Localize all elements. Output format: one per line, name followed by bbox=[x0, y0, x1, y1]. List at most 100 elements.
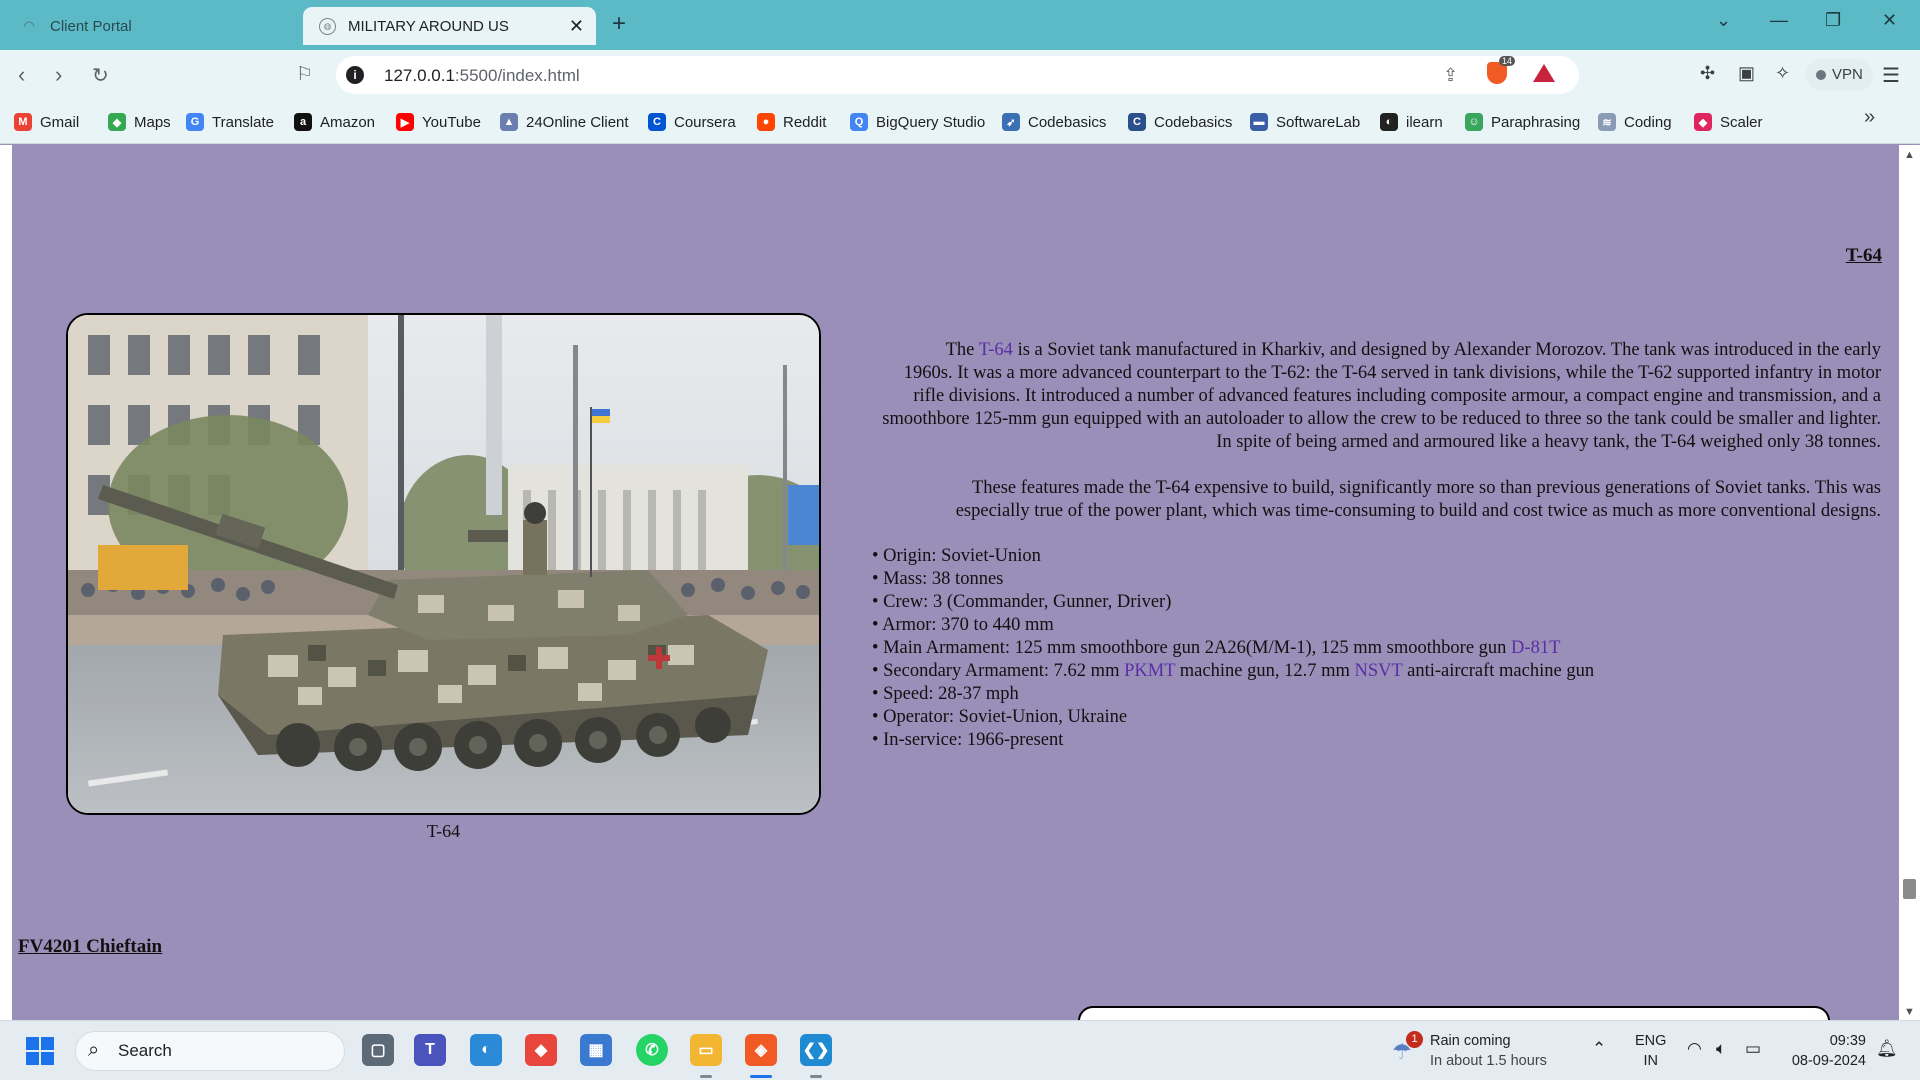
brave-rewards-icon[interactable] bbox=[1533, 64, 1555, 82]
t64-tank-photo bbox=[66, 313, 821, 815]
weather-title: Rain coming bbox=[1430, 1033, 1511, 1049]
url-text[interactable]: 127.0.0.1:5500/index.html bbox=[384, 66, 580, 86]
tab-military-around-us[interactable]: ◍ MILITARY AROUND US ✕ bbox=[303, 7, 596, 45]
bookmark-translate[interactable]: G Translate bbox=[186, 110, 274, 134]
bookmark-scaler[interactable]: ◆ Scaler bbox=[1694, 110, 1763, 134]
forward-icon[interactable]: › bbox=[55, 62, 62, 88]
t64-link[interactable]: T-64 bbox=[979, 340, 1013, 360]
region-code: IN bbox=[1643, 1053, 1658, 1069]
spec-in-service: In-service: 1966-present bbox=[872, 729, 1594, 752]
scroll-up-icon[interactable]: ▲ bbox=[1904, 149, 1915, 161]
d81t-link[interactable]: D-81T bbox=[1511, 638, 1560, 658]
windows-taskbar: ⌕ Search ▢ T ◐ ◆ ▦ ✆ ▭ ◈ ❮❯ ☂ 1 Rain com… bbox=[0, 1020, 1920, 1080]
explorer-running-indicator bbox=[700, 1075, 712, 1078]
page-content: T-64 T-64 The T-64 is a Soviet tank manu… bbox=[0, 145, 1920, 1020]
client-portal-favicon-icon: ◠ bbox=[23, 18, 35, 33]
bookmark-icon[interactable]: ⚐ bbox=[296, 63, 313, 86]
battery-icon[interactable]: ▭ bbox=[1745, 1039, 1761, 1059]
bookmark-youtube[interactable]: ▶ YouTube bbox=[396, 110, 481, 134]
tab-client-portal[interactable]: ◠ Client Portal bbox=[8, 7, 298, 45]
show-hidden-icons-chevron-icon[interactable]: ⌃ bbox=[1592, 1039, 1606, 1059]
vscode-running-indicator bbox=[810, 1075, 822, 1078]
task-view-icon[interactable]: ▢ bbox=[362, 1034, 394, 1066]
bookmark-label: Codebasics bbox=[1028, 113, 1107, 131]
bookmark-24online-client[interactable]: ▲ 24Online Client bbox=[500, 110, 629, 134]
microsoft-store-icon[interactable]: ▦ bbox=[580, 1034, 612, 1066]
teams-icon[interactable]: T bbox=[414, 1034, 446, 1066]
vpn-button[interactable]: VPN bbox=[1806, 59, 1873, 91]
online-client-icon: ▲ bbox=[500, 113, 518, 131]
bookmark-label: Codebasics bbox=[1154, 113, 1233, 131]
bookmarks-bar: M Gmail ◆ Maps G Translate a Amazon ▶ YouTube ▲ 24O… bbox=[0, 100, 1920, 144]
close-tab-icon[interactable]: ✕ bbox=[569, 16, 584, 37]
next-tank-photo-frame bbox=[1078, 1006, 1830, 1020]
tab-title: Client Portal bbox=[50, 17, 132, 35]
git-icon[interactable]: ◆ bbox=[525, 1034, 557, 1066]
bookmark-codebasics[interactable]: ➶ Codebasics bbox=[1002, 110, 1106, 134]
bookmark-bigquery-studio[interactable]: Q BigQuery Studio bbox=[850, 110, 985, 134]
description-paragraph-2: These features made the T-64 expensive t… bbox=[955, 478, 1881, 521]
vscode-icon[interactable]: ❮❯ bbox=[800, 1034, 832, 1066]
bookmark-ilearn[interactable]: ◐ ilearn bbox=[1380, 110, 1443, 134]
windows-start-icon[interactable] bbox=[26, 1037, 54, 1065]
photo-caption: T-64 bbox=[426, 821, 461, 841]
bookmark-label: Gmail bbox=[40, 113, 80, 131]
section-heading-t64: T-64 bbox=[1845, 245, 1882, 266]
more-bookmarks-icon[interactable]: » bbox=[1864, 106, 1875, 129]
leo-ai-icon[interactable]: ✧ bbox=[1775, 63, 1790, 84]
taskbar-search[interactable]: ⌕ Search bbox=[75, 1031, 345, 1071]
scaler-icon: ◆ bbox=[1694, 113, 1712, 131]
bookmark-label: 24Online Client bbox=[526, 113, 629, 131]
file-explorer-icon[interactable]: ▭ bbox=[690, 1034, 722, 1066]
clock-time: 09:39 bbox=[1829, 1033, 1866, 1049]
whatsapp-icon[interactable]: ✆ bbox=[636, 1034, 668, 1066]
weather-subtitle: In about 1.5 hours bbox=[1430, 1053, 1547, 1069]
bookmark-label: Paraphrasing bbox=[1491, 113, 1581, 131]
bookmark-codebasics[interactable]: C Codebasics bbox=[1128, 110, 1232, 134]
new-tab-icon[interactable]: + bbox=[612, 10, 626, 38]
vpn-status-icon bbox=[1816, 70, 1826, 80]
page-scrollbar[interactable]: ▲ ▼ bbox=[1899, 145, 1920, 1020]
wifi-icon[interactable]: ◠ bbox=[1687, 1039, 1702, 1059]
address-bar[interactable]: i 127.0.0.1:5500/index.html ⇪ bbox=[336, 56, 1579, 94]
scrollbar-thumb[interactable] bbox=[1903, 879, 1916, 899]
tab-search-chevron-icon[interactable]: ⌄ bbox=[1716, 10, 1731, 31]
notifications-bell-icon[interactable]: 🔔︎ bbox=[1876, 1039, 1898, 1059]
bookmark-paraphrasing[interactable]: ☺ Paraphrasing bbox=[1465, 110, 1580, 134]
brave-browser-icon[interactable]: ◈ bbox=[745, 1034, 777, 1066]
bookmark-reddit[interactable]: ● Reddit bbox=[757, 110, 826, 134]
bookmark-maps[interactable]: ◆ Maps bbox=[108, 110, 171, 134]
spec-mass: Mass: 38 tonnes bbox=[872, 568, 1594, 591]
site-info-icon[interactable]: i bbox=[346, 66, 364, 84]
share-icon[interactable]: ⇪ bbox=[1443, 65, 1458, 86]
restore-icon[interactable]: ❐ bbox=[1825, 10, 1841, 31]
bookmark-coding[interactable]: ≋ Coding bbox=[1598, 110, 1672, 134]
brave-shields-icon[interactable]: 14 bbox=[1487, 56, 1516, 84]
extensions-icon[interactable]: ✣ bbox=[1700, 63, 1715, 84]
system-clock[interactable]: 09:39 08-09-2024 bbox=[1786, 1031, 1866, 1071]
t64-spec-list: Origin: Soviet-Union Mass: 38 tonnes Cre… bbox=[872, 545, 1594, 752]
bookmark-label: SoftwareLab bbox=[1276, 113, 1361, 131]
bookmark-gmail[interactable]: M Gmail bbox=[14, 110, 79, 134]
bookmark-coursera[interactable]: C Coursera bbox=[648, 110, 736, 134]
close-window-icon[interactable]: ✕ bbox=[1882, 10, 1897, 31]
reload-icon[interactable]: ↻ bbox=[92, 63, 109, 88]
back-icon[interactable]: ‹ bbox=[18, 62, 25, 88]
spec-origin: Origin: Soviet-Union bbox=[872, 545, 1594, 568]
copilot-icon[interactable]: ◐ bbox=[470, 1034, 502, 1066]
pkmt-link[interactable]: PKMT bbox=[1124, 661, 1175, 681]
bookmark-softwarelab[interactable]: ▬ SoftwareLab bbox=[1250, 110, 1360, 134]
scroll-down-icon[interactable]: ▼ bbox=[1904, 1006, 1915, 1018]
minimize-icon[interactable]: — bbox=[1770, 10, 1788, 31]
spec-speed: Speed: 28-37 mph bbox=[872, 683, 1594, 706]
bookmark-amazon[interactable]: a Amazon bbox=[294, 110, 375, 134]
wallet-icon[interactable]: ▣ bbox=[1738, 63, 1755, 84]
taskbar-search-label: Search bbox=[118, 1041, 172, 1060]
nsvt-link[interactable]: NSVT bbox=[1355, 661, 1403, 681]
coursera-icon: C bbox=[648, 113, 666, 131]
language-indicator[interactable]: ENG IN bbox=[1635, 1031, 1666, 1071]
menu-icon[interactable]: ☰ bbox=[1882, 63, 1900, 88]
volume-icon[interactable]: 🔈︎ bbox=[1716, 1039, 1726, 1059]
spec-operator: Operator: Soviet-Union, Ukraine bbox=[872, 706, 1594, 729]
browser-toolbar: ‹ › ↻ ⚐ i 127.0.0.1:5500/index.html ⇪ 14… bbox=[0, 50, 1920, 100]
